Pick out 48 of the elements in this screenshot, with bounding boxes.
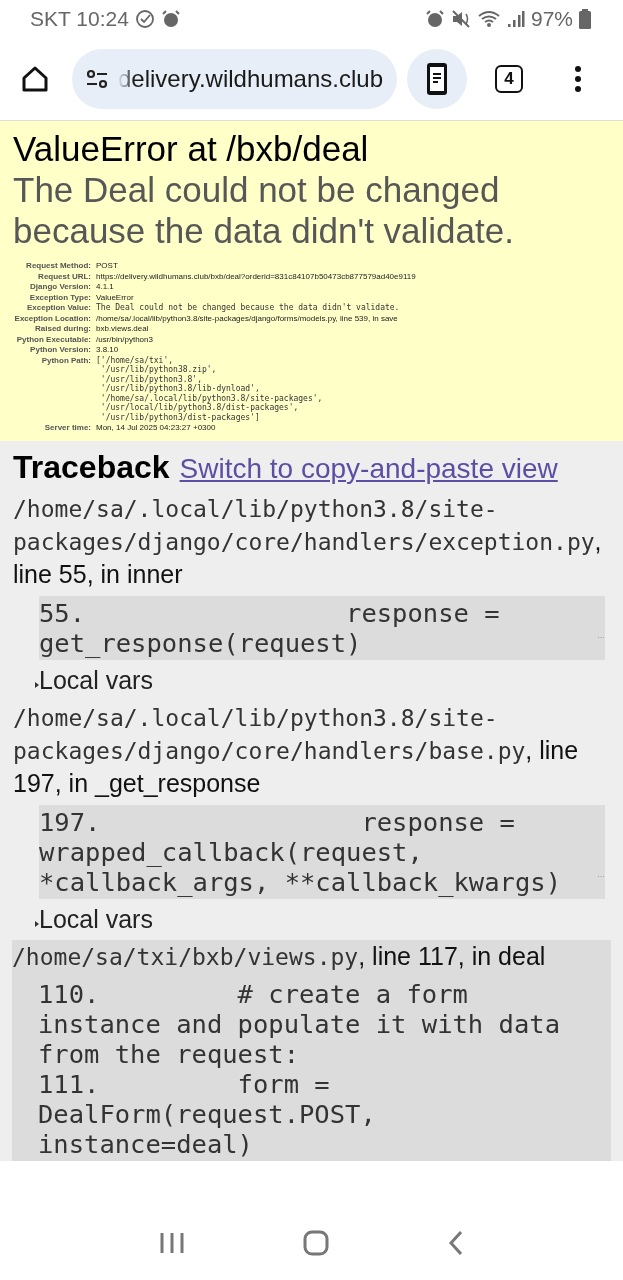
home-button-icon[interactable] [303, 1229, 330, 1256]
carrier-time: SKT 10:24 [30, 7, 129, 31]
document-icon [426, 62, 448, 96]
copy-paste-view-link[interactable]: Switch to copy-and-paste view [179, 452, 558, 485]
meta-value: ['/home/sa/txi', '/usr/lib/python38.zip', '/usr/lib/python3.8', '/usr/lib/python3.8/lib-dynload', '/home/sa/.local/lib/python3.8/site-packages', '/usr/local/lib/python3.8/dist-packages', '/usr/lib/python3/dist-packages'] [96, 355, 324, 422]
local-vars-toggle[interactable]: Local vars [35, 665, 610, 695]
mute-icon [450, 9, 471, 29]
local-vars-toggle[interactable]: Local vars [35, 904, 610, 934]
meta-value: /usr/bin/python3 [96, 334, 154, 344]
meta-label: Django Version: [29, 282, 91, 292]
meta-label: Python Path: [40, 355, 91, 367]
meta-label: Python Version: [29, 345, 91, 355]
error-title: ValueError at /bxb/deal [13, 129, 370, 169]
meta-label: Request Method: [25, 261, 91, 271]
recent-apps-icon[interactable] [159, 1231, 186, 1254]
more-menu-icon[interactable] [573, 64, 583, 94]
frame-location: /home/sa/.local/lib/python3.8/site-packages/django/core/handlers/exception.py, line 55, in inner [13, 494, 603, 590]
address-bar[interactable]: delivery.wildhumans.club [72, 49, 397, 109]
signal-icon [506, 9, 525, 29]
error-message: The Deal could not be changed because the data didn't validate. [13, 169, 515, 251]
meta-value: https://delivery.wildhumans.club/bxb/deal?orderid=831c84107b50473cb877579ad40e9119 [96, 271, 417, 281]
meta-value: The Deal could not be changed because the data didn't validate. [96, 303, 401, 313]
back-icon[interactable] [447, 1229, 464, 1256]
meta-label: Raised during: [34, 324, 91, 334]
meta-label: Python Executable: [15, 334, 91, 344]
frame-location: /home/sa/txi/bxb/views.py, line 117, in deal [12, 940, 547, 972]
meta-label: Exception Location: [13, 313, 91, 323]
meta-label: Exception Value: [25, 303, 91, 313]
tab-count-button[interactable]: 4 [495, 65, 523, 93]
battery-icon [579, 9, 591, 29]
meta-value: 4.1.1 [96, 282, 115, 292]
traceback-heading: Traceback [13, 448, 170, 486]
frame-location: /home/sa/.local/lib/python3.8/site-packages/django/core/handlers/base.py, line 197, in _get_response [13, 703, 580, 799]
meta-value: ValueError [96, 292, 135, 302]
meta-label: Request URL: [37, 271, 91, 281]
meta-value: Mon, 14 Jul 2025 04:23:27 +0300 [96, 423, 217, 433]
meta-label: Exception Type: [28, 292, 91, 302]
wifi-icon [476, 9, 501, 29]
meta-value: /home/sa/.local/lib/python3.8/site-packages/django/forms/models.py, line 539, in save [96, 313, 399, 323]
battery-percent: 97% [530, 7, 573, 31]
check-circle-icon [134, 9, 155, 29]
meta-value: bxb.views.deal [96, 324, 150, 334]
meta-value: 3.8.10 [96, 345, 120, 355]
alarm-icon [424, 9, 445, 29]
meta-label: Server time: [43, 423, 91, 433]
meta-value: POST [96, 261, 119, 271]
alarm-icon [160, 9, 181, 29]
home-icon[interactable] [20, 64, 50, 94]
